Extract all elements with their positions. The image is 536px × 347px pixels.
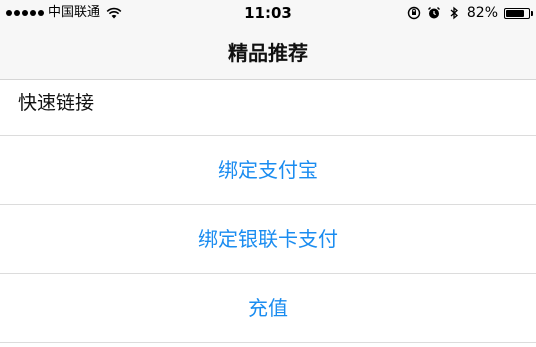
alarm-clock-icon [427,7,440,19]
status-right: 82% [407,0,533,26]
app-screen: 中国联通 11:03 82% 精品推荐 快速链接 绑定支付宝 绑定银联卡支付 充… [0,0,536,347]
bluetooth-icon [450,6,458,20]
navigation-bar: 精品推荐 [0,26,536,80]
bind-unionpay-card-button[interactable]: 绑定银联卡支付 [0,205,536,273]
battery-fill [506,9,525,17]
orientation-lock-icon [407,6,421,20]
divider [0,342,536,343]
bind-alipay-button[interactable]: 绑定支付宝 [0,136,536,204]
status-bar: 中国联通 11:03 82% [0,0,536,26]
battery-percentage: 82% [466,5,498,21]
recharge-button[interactable]: 充值 [0,274,536,342]
section-title-quick-links: 快速链接 [18,92,95,114]
battery-icon [504,7,533,19]
page-title: 精品推荐 [228,41,308,65]
